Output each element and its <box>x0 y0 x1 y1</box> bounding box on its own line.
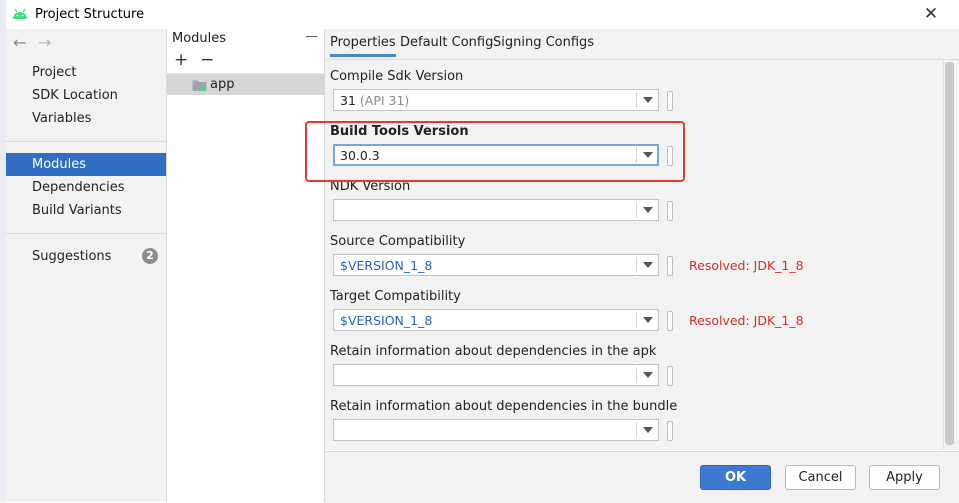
sidebar-item-label: Project <box>32 65 77 80</box>
annotation-highlight-box <box>305 121 685 182</box>
suggestions-count-badge: 2 <box>142 248 158 264</box>
module-item-label: app <box>210 77 235 92</box>
compile-sdk-combo[interactable]: 31 (API 31) <box>333 89 659 111</box>
field-side-button[interactable] <box>667 256 673 276</box>
tab-default-config[interactable]: Default Config <box>400 35 493 50</box>
tab-properties[interactable]: Properties <box>330 35 396 57</box>
close-icon[interactable]: ✕ <box>920 4 942 24</box>
module-item-app[interactable]: app <box>167 74 324 95</box>
modules-header-label: Modules <box>172 31 227 46</box>
dropdown-arrow-icon[interactable] <box>643 372 653 378</box>
dropdown-arrow-icon[interactable] <box>643 317 653 323</box>
sidebar-item-modules[interactable]: Modules <box>6 153 166 176</box>
sidebar-item-variables[interactable]: Variables <box>6 107 166 130</box>
field-label: Target Compatibility <box>330 289 461 304</box>
sidebar-divider <box>6 141 166 142</box>
sidebar-divider <box>6 233 166 234</box>
target-compatibility-combo[interactable]: $VERSION_1_8 <box>333 309 659 331</box>
dropdown-arrow-icon[interactable] <box>643 97 653 103</box>
tab-bar: Properties Default Config Signing Config… <box>325 29 959 60</box>
forward-arrow-icon[interactable]: → <box>38 33 51 52</box>
modules-toolbar: + − <box>167 49 324 74</box>
sidebar-item-label: SDK Location <box>32 88 118 103</box>
sidebar-item-label: Modules <box>32 157 87 172</box>
dropdown-arrow-icon[interactable] <box>643 262 653 268</box>
source-compatibility-combo[interactable]: $VERSION_1_8 <box>333 254 659 276</box>
field-label: Retain information about dependencies in… <box>330 399 678 414</box>
retain-apk-combo[interactable] <box>333 364 659 386</box>
resolved-hint: Resolved: JDK_1_8 <box>689 258 804 273</box>
combo-value: $VERSION_1_8 <box>340 258 433 273</box>
scrollbar-thumb[interactable] <box>945 62 954 445</box>
combo-value: 31 (API 31) <box>340 93 410 108</box>
cancel-button[interactable]: Cancel <box>785 465 856 490</box>
modules-panel: Modules — + − app <box>167 29 325 502</box>
back-arrow-icon[interactable]: ← <box>13 33 26 52</box>
combo-divider <box>636 422 637 438</box>
window-title: Project Structure <box>35 7 145 22</box>
field-label: Compile Sdk Version <box>330 69 464 84</box>
combo-value: $VERSION_1_8 <box>340 313 433 328</box>
sidebar-item-label: Build Variants <box>32 203 122 218</box>
field-side-button[interactable] <box>667 91 673 111</box>
field-side-button[interactable] <box>667 311 673 331</box>
ok-button[interactable]: OK <box>700 465 771 490</box>
field-side-button[interactable] <box>667 366 673 386</box>
combo-divider <box>636 312 637 328</box>
apply-button[interactable]: Apply <box>869 465 940 490</box>
combo-divider <box>636 367 637 383</box>
collapse-icon[interactable]: — <box>305 29 318 44</box>
sidebar-item-label: Variables <box>32 111 92 126</box>
sidebar: ← → Project SDK Location Variables Modul… <box>6 29 167 502</box>
field-label: Retain information about dependencies in… <box>330 344 657 359</box>
add-module-icon[interactable]: + <box>174 50 188 70</box>
retain-bundle-combo[interactable] <box>333 419 659 441</box>
sidebar-item-project[interactable]: Project <box>6 61 166 84</box>
field-label: Source Compatibility <box>330 234 466 249</box>
modules-header: Modules — <box>167 29 324 49</box>
tab-signing-configs[interactable]: Signing Configs <box>493 35 594 50</box>
android-icon <box>13 8 27 19</box>
sidebar-item-build-variants[interactable]: Build Variants <box>6 199 166 222</box>
ndk-version-combo[interactable] <box>333 199 659 221</box>
dropdown-arrow-icon[interactable] <box>643 207 653 213</box>
sidebar-item-dependencies[interactable]: Dependencies <box>6 176 166 199</box>
field-side-button[interactable] <box>667 421 673 441</box>
sidebar-item-label: Dependencies <box>32 180 125 195</box>
dropdown-arrow-icon[interactable] <box>643 427 653 433</box>
resolved-hint: Resolved: JDK_1_8 <box>689 313 804 328</box>
field-side-button[interactable] <box>667 201 673 221</box>
combo-divider <box>636 257 637 273</box>
sidebar-item-label: Suggestions <box>32 249 112 264</box>
remove-module-icon[interactable]: − <box>200 50 214 70</box>
combo-divider <box>636 92 637 108</box>
combo-divider <box>636 202 637 218</box>
module-folder-icon <box>192 80 207 92</box>
sidebar-item-sdk-location[interactable]: SDK Location <box>6 84 166 107</box>
properties-form: Compile Sdk Version 31 (API 31) Build To… <box>325 60 943 450</box>
dialog-footer: OK Cancel Apply <box>325 451 959 503</box>
title-bar: Project Structure ✕ <box>0 0 959 30</box>
